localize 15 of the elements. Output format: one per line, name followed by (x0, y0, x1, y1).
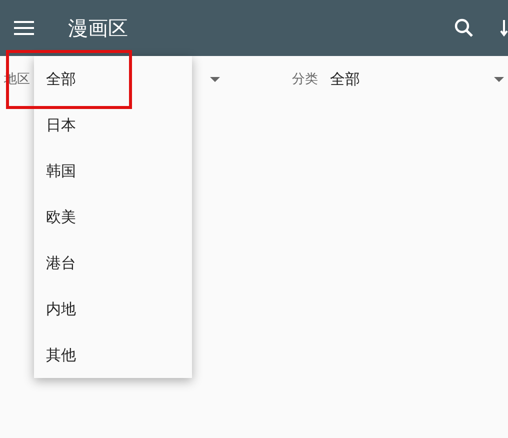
menu-item[interactable]: 港台 (34, 240, 192, 286)
filter-label: 分类 (292, 71, 318, 88)
menu-icon[interactable] (14, 21, 34, 35)
menu-item[interactable]: 其他 (34, 332, 192, 378)
app-title: 漫画区 (68, 14, 128, 42)
menu-item[interactable]: 日本 (34, 102, 192, 148)
sort-icon[interactable] (500, 19, 508, 37)
menu-item[interactable]: 欧美 (34, 194, 192, 240)
menu-item[interactable]: 全部 (34, 56, 192, 102)
caret-icon[interactable] (494, 76, 504, 82)
menu-item[interactable]: 韩国 (34, 148, 192, 194)
search-icon[interactable] (454, 18, 474, 38)
caret-icon[interactable] (210, 76, 220, 82)
menu-item[interactable]: 内地 (34, 286, 192, 332)
filter-value[interactable]: 全部 (330, 70, 360, 88)
